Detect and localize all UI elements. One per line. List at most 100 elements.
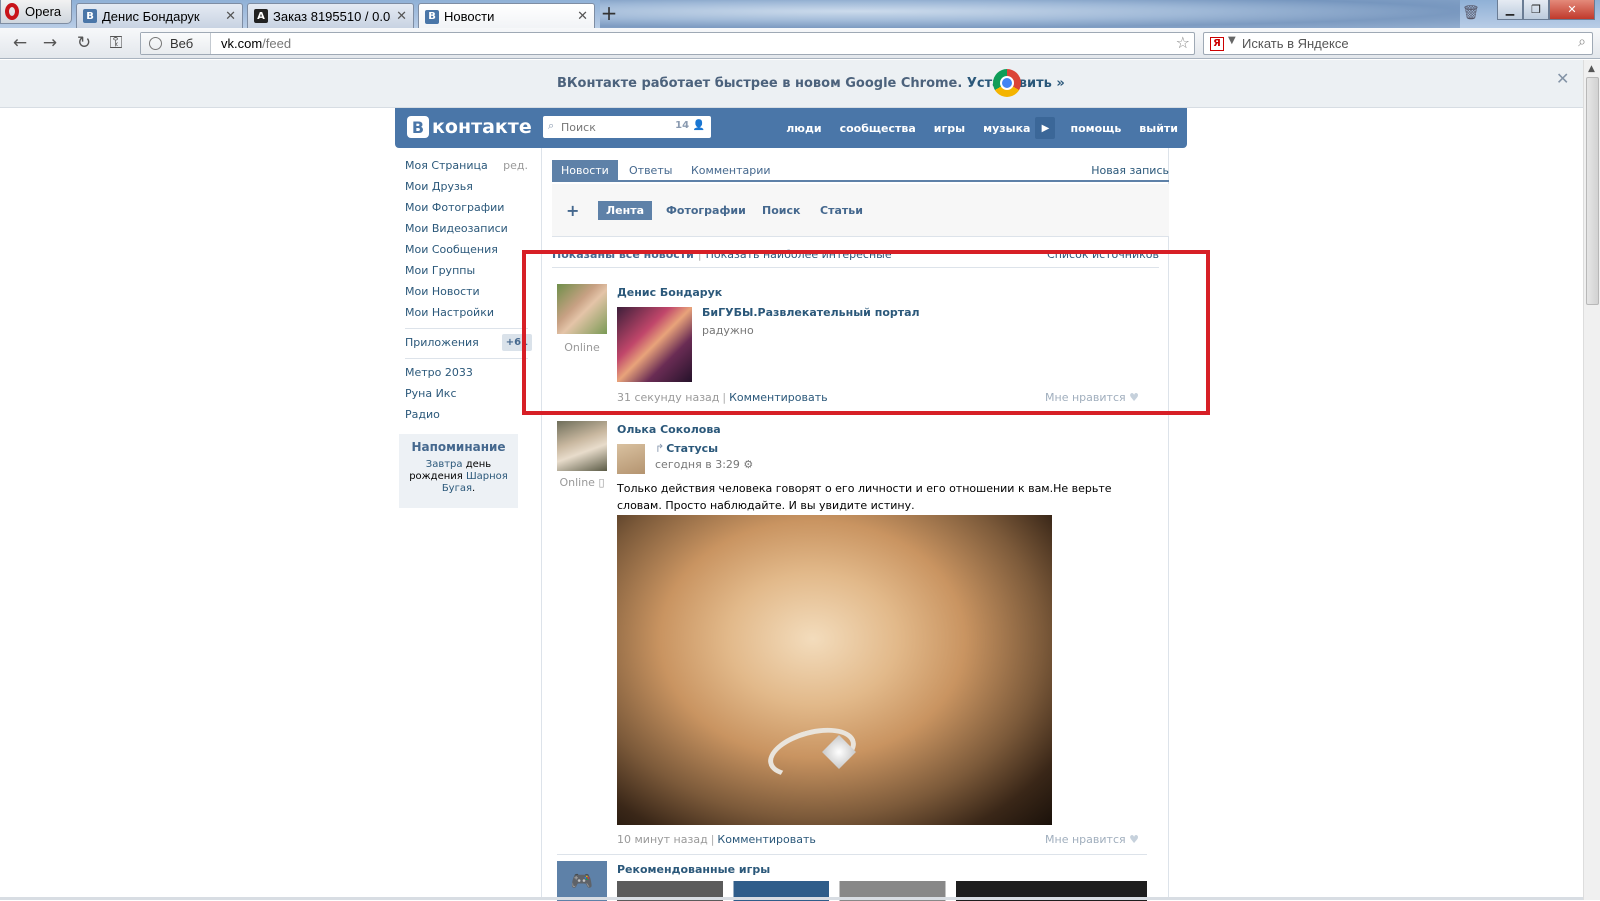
address-bar[interactable]: Веб vk.com/feed ☆ [140,32,1195,55]
divider: | [710,833,715,846]
repost-source-avatar[interactable] [617,444,645,474]
yandex-search-box[interactable]: Я ▼ ⌕ [1203,32,1593,55]
repost-time-text[interactable]: сегодня в 3:29 [655,458,740,471]
minimize-button[interactable]: ▁ [1497,0,1523,20]
a-favicon-icon: A [254,9,268,23]
menu-my-page[interactable]: Моя Страница ред. [399,155,534,176]
promo-message: ВКонтакте работает быстрее в новом Googl… [557,76,1065,91]
close-window-button[interactable]: ✕ [1549,0,1595,20]
feed-tabs: Новости Ответы Комментарии Новая запись [552,160,1169,182]
menu-my-friends[interactable]: Мои Друзья [399,176,534,197]
close-tab-icon[interactable]: ✕ [577,9,588,24]
trash-icon[interactable]: 🗑 [1462,5,1480,21]
vk-favicon-icon: В [425,9,439,24]
search-icon: ⌕ [548,119,555,132]
birthday-reminder: Напоминание Завтра день рождения Шарноя … [399,434,518,508]
browser-tab-denis[interactable]: В Денис Бондарук ✕ [76,3,243,28]
opera-menu-label: Opera [25,4,62,19]
post-photo[interactable] [617,515,1052,825]
menu-my-videos[interactable]: Мои Видеозаписи [399,218,534,239]
nav-communities[interactable]: сообщества [831,122,925,135]
nav-help[interactable]: помощь [1061,122,1130,135]
tab-replies[interactable]: Ответы [620,160,681,182]
comment-link[interactable]: Комментировать [717,833,815,846]
vk-logo-text: контакте [432,116,532,138]
vk-search-input[interactable] [561,118,671,136]
reload-icon[interactable]: ↻ [72,32,96,54]
forward-arrow-icon[interactable]: → [38,32,62,54]
post-author[interactable]: Олька Соколова [617,423,721,436]
menu-my-groups[interactable]: Мои Группы [399,260,534,281]
nav-logout[interactable]: выйти [1130,122,1187,135]
menu-my-messages[interactable]: Мои Сообщения [399,239,534,260]
filter-articles[interactable]: Статьи [812,201,871,220]
like-button[interactable]: Мне нравится ♥ [1045,833,1139,846]
feed-filters: + Лента Фотографии Поиск Статьи [552,184,1169,237]
nav-music[interactable]: музыка [974,122,1039,135]
menu-divider [405,358,528,359]
browser-tab-order[interactable]: A Заказ 8195510 / 0.05 у... ✕ [247,3,414,28]
scroll-thumb[interactable] [1586,77,1599,305]
menu-app-radio[interactable]: Радио [399,404,534,425]
bookmark-star-icon[interactable]: ☆ [1176,33,1190,52]
reminder-title: Напоминание [411,440,506,454]
browser-tab-news[interactable]: В Новости ✕ [418,3,595,28]
url-path: /feed [262,36,292,51]
browser-toolbar: ← → ↻ ⚿ Веб vk.com/feed ☆ Я ▼ ⌕ [0,28,1600,59]
tab-comments[interactable]: Комментарии [682,160,780,182]
avatar[interactable] [557,421,607,471]
page-scrollbar[interactable]: ▲ [1583,60,1600,900]
url-host: vk.com [221,36,263,51]
nav-people[interactable]: люди [777,122,830,135]
recommended-games-title[interactable]: Рекомендованные игры [617,863,770,876]
vk-logo-icon: В [407,116,429,138]
menu-edit-link[interactable]: ред. [503,155,528,176]
opera-menu-button[interactable]: Opera [0,0,72,24]
menu-apps[interactable]: Приложения +61 [399,332,534,353]
address-security-segment[interactable]: Веб [141,33,211,54]
vk-logo[interactable]: В контакте [407,116,532,138]
vk-search-box[interactable]: ⌕ 14 👤 [543,116,711,138]
key-icon[interactable]: ⚿ [104,32,128,54]
menu-my-photos[interactable]: Мои Фотографии [399,197,534,218]
address-url[interactable]: vk.com/feed [221,36,291,51]
menu-label: Приложения [405,336,479,349]
friends-online-count[interactable]: 14 👤 [675,120,705,131]
close-tab-icon[interactable]: ✕ [396,9,407,24]
vk-top-nav: люди сообщества игры музыка ▶ помощь вый… [777,108,1187,148]
nav-games[interactable]: игры [925,122,974,135]
mobile-icon: ▯ [598,476,605,489]
gamepad-icon[interactable]: 🎮 [557,861,607,901]
close-tab-icon[interactable]: ✕ [225,9,236,24]
new-post-link[interactable]: Новая запись [1091,160,1169,182]
menu-my-settings[interactable]: Мои Настройки [399,302,534,323]
maximize-button[interactable]: ❐ [1523,0,1549,20]
post-time[interactable]: 10 минут назад [617,833,708,846]
close-icon[interactable]: ✕ [1556,69,1569,88]
yandex-search-input[interactable] [1242,34,1562,53]
filter-feed[interactable]: Лента [598,201,652,220]
vk-header: В контакте ⌕ 14 👤 люди сообщества игры м… [395,108,1187,148]
menu-app-runa[interactable]: Руна Икс [399,383,534,404]
music-play-icon[interactable]: ▶ [1035,117,1056,139]
add-filter-icon[interactable]: + [566,201,579,220]
tab-news[interactable]: Новости [552,160,618,182]
filter-search[interactable]: Поиск [754,201,808,220]
search-icon[interactable]: ⌕ [1578,34,1586,50]
post-divider [557,854,1147,855]
menu-my-news[interactable]: Мои Новости [399,281,534,302]
repost-source[interactable]: ↱ Статусы [655,442,718,455]
globe-icon [149,37,162,50]
reminder-tomorrow-link[interactable]: Завтра [426,459,463,470]
menu-app-metro[interactable]: Метро 2033 [399,362,534,383]
chevron-down-icon[interactable]: ▼ [1228,35,1236,46]
chrome-logo-icon[interactable] [993,69,1021,97]
menu-divider [405,328,528,329]
new-tab-button[interactable]: + [598,3,620,24]
online-label: Online [559,476,595,489]
back-arrow-icon[interactable]: ← [8,32,32,54]
menu-label: Моя Страница [405,159,488,172]
filter-photos[interactable]: Фотографии [658,201,754,220]
scroll-up-arrow-icon[interactable]: ▲ [1588,64,1595,74]
post-text: Только действия человека говорят о его л… [617,482,1112,512]
